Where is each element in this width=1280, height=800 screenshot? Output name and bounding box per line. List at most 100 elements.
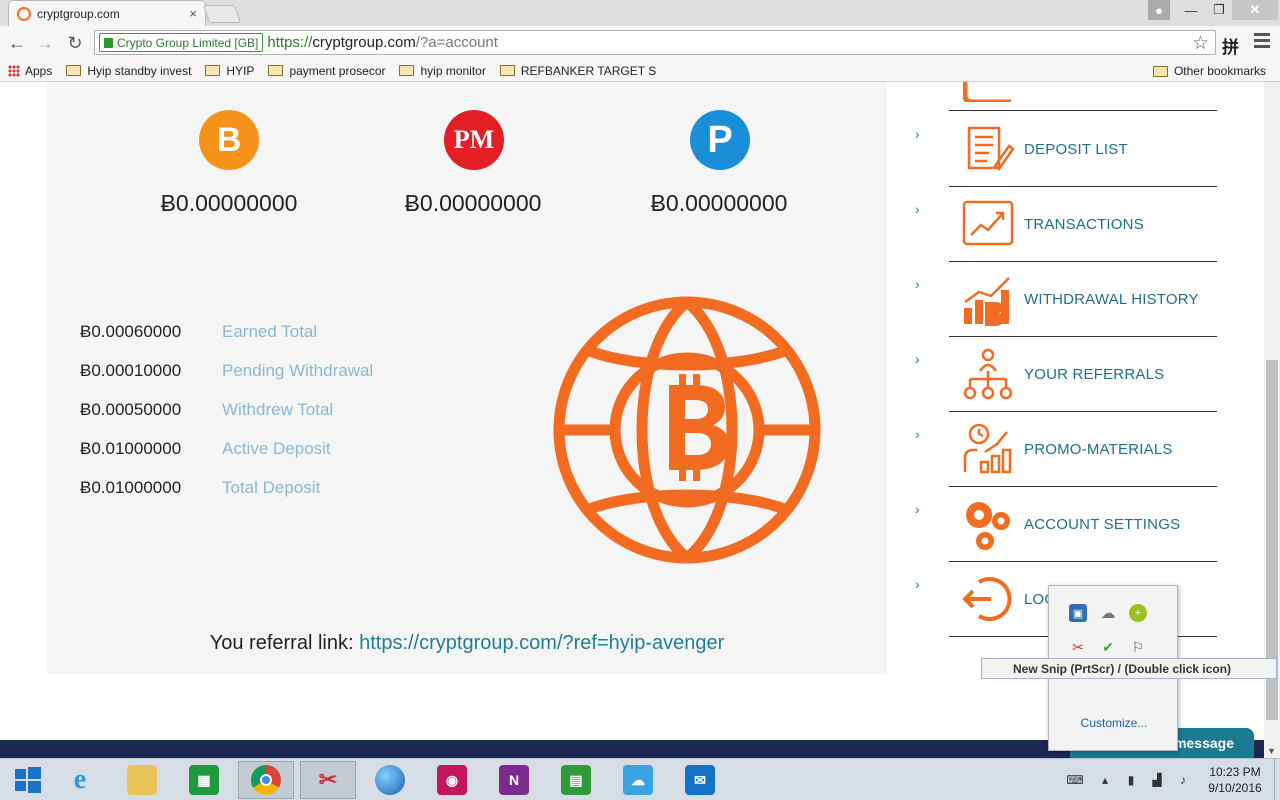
- browser-tab[interactable]: cryptgroup.com ×: [8, 0, 206, 26]
- taskbar-snipping-tool[interactable]: ✂: [300, 761, 356, 799]
- folder-icon: [399, 65, 415, 76]
- logout-icon: [962, 577, 1012, 621]
- taskbar-cloud-app[interactable]: ☁: [610, 761, 666, 799]
- taskbar-calculator[interactable]: ▤: [548, 761, 604, 799]
- start-button[interactable]: [0, 761, 56, 799]
- partial-menu-icon: [963, 82, 1011, 102]
- menu-item-your-referrals[interactable]: YOUR REFERRALS: [949, 337, 1217, 412]
- url-host: cryptgroup.com: [312, 34, 416, 51]
- stat-pending-withdrawal: Ƀ0.00010000 Pending Withdrawal: [80, 359, 373, 383]
- bitcoin-bars-icon: [964, 277, 1010, 326]
- stat-total-deposit: Ƀ0.01000000 Total Deposit: [80, 476, 320, 500]
- other-bookmarks[interactable]: Other bookmarks: [1152, 64, 1266, 78]
- list-icon: [967, 126, 1015, 171]
- menu-item-deposit-list[interactable]: DEPOSIT LIST: [949, 112, 1217, 187]
- snipping-tool-icon[interactable]: ✂: [1069, 638, 1087, 656]
- chevron-right-icon: ›: [915, 201, 920, 217]
- stat-label: Pending Withdrawal: [222, 361, 374, 380]
- folder-icon: [268, 65, 284, 76]
- add-icon[interactable]: +: [1129, 604, 1147, 622]
- action-center-flag-icon[interactable]: ⚐: [1129, 638, 1147, 656]
- show-hidden-icons-icon[interactable]: ▴: [1095, 772, 1115, 788]
- address-bar[interactable]: Crypto Group Limited [GB] https:// crypt…: [94, 30, 1216, 55]
- referral-link[interactable]: https://cryptgroup.com/?ref=hyip-avenger: [359, 632, 724, 654]
- account-summary-card: B PM P Ƀ0.00000000 Ƀ0.00000000 Ƀ0.000000…: [47, 82, 887, 674]
- menu-item-label: DEPOSIT LIST: [1024, 140, 1128, 158]
- taskbar-onenote[interactable]: N: [486, 761, 542, 799]
- chart-icon: [962, 200, 1014, 246]
- bookmark-apps[interactable]: Apps: [8, 64, 52, 78]
- windows-taskbar: e ▦ ✂ ◉ N ▤ ☁ ✉ ⌨ ▴ ▮ ▟ ♪ 10:23 PM 9/10/…: [0, 758, 1280, 800]
- tab-close-icon[interactable]: ×: [189, 6, 197, 21]
- menu-item-transactions[interactable]: TRANSACTIONS: [949, 187, 1217, 262]
- chevron-right-icon: ›: [915, 501, 920, 517]
- snipping-tool-icon: ✂: [318, 767, 338, 792]
- system-tray: ⌨ ▴ ▮ ▟ ♪ 10:23 PM 9/10/2016: [1058, 759, 1280, 800]
- chrome-icon: [251, 765, 281, 795]
- bookmark-star-icon[interactable]: ☆: [1192, 32, 1209, 55]
- bookmark-folder[interactable]: payment prosecor: [268, 64, 385, 78]
- security-shield-icon[interactable]: ✔: [1099, 638, 1117, 656]
- menu-item-account-settings[interactable]: ACCOUNT SETTINGS: [949, 487, 1217, 562]
- cloud-app-icon: ☁: [623, 765, 653, 795]
- new-tab-button[interactable]: [202, 5, 242, 23]
- back-arrow-icon[interactable]: ←: [6, 32, 28, 54]
- taskbar-file-explorer[interactable]: [114, 761, 170, 799]
- taskbar-store[interactable]: ▦: [176, 761, 232, 799]
- chevron-right-icon: ›: [915, 351, 920, 367]
- page-scrollbar[interactable]: ▼: [1264, 82, 1280, 758]
- menu-item-label: TRANSACTIONS: [1024, 215, 1144, 233]
- reload-icon[interactable]: ↻: [64, 32, 86, 54]
- touch-keyboard-icon[interactable]: ⌨: [1061, 772, 1089, 788]
- menu-item-promo-materials[interactable]: PROMO-MATERIALS: [949, 412, 1217, 487]
- cloud-icon[interactable]: ☁: [1099, 604, 1117, 622]
- stat-label: Active Deposit: [222, 439, 331, 458]
- referral-tree-icon: [963, 348, 1013, 400]
- customize-link[interactable]: Customize...: [1049, 716, 1179, 730]
- bookmark-folder[interactable]: HYIP: [205, 64, 254, 78]
- chrome-menu-icon[interactable]: [1254, 33, 1270, 51]
- scroll-down-arrow-icon[interactable]: ▼: [1267, 746, 1276, 756]
- media-app-icon: ◉: [437, 765, 467, 795]
- clock[interactable]: 10:23 PM 9/10/2016: [1196, 764, 1274, 796]
- chevron-right-icon: ›: [915, 126, 920, 142]
- show-desktop-button[interactable]: [1274, 759, 1280, 800]
- bookmark-label: hyip monitor: [420, 63, 486, 78]
- bookmark-label: Other bookmarks: [1173, 64, 1266, 78]
- bookmark-folder[interactable]: REFBANKER TARGET S: [499, 63, 657, 78]
- stat-label: Earned Total: [222, 322, 318, 341]
- bookmark-label: HYIP: [226, 63, 255, 78]
- network-app-icon[interactable]: ▣: [1069, 604, 1087, 622]
- taskbar-mail[interactable]: ✉: [672, 761, 728, 799]
- folder-icon: [66, 65, 82, 76]
- volume-icon[interactable]: ♪: [1173, 772, 1193, 788]
- internet-explorer-icon: e: [73, 764, 87, 795]
- menu-item-withdrawal-history[interactable]: WITHDRAWAL HISTORY: [949, 262, 1217, 337]
- battery-icon[interactable]: ▮: [1121, 772, 1141, 788]
- taskbar-media-app[interactable]: ◉: [424, 761, 480, 799]
- menu-item-label: YOUR REFERRALS: [1024, 365, 1165, 383]
- ev-certificate-badge[interactable]: Crypto Group Limited [GB]: [99, 33, 264, 52]
- maximize-icon[interactable]: ❐: [1206, 0, 1232, 20]
- user-profile-icon[interactable]: ●: [1148, 0, 1170, 20]
- menu-item-label: ACCOUNT SETTINGS: [1024, 515, 1181, 533]
- taskbar-chrome[interactable]: [238, 761, 294, 799]
- taskbar-globe-app[interactable]: [362, 761, 418, 799]
- bookmark-folder[interactable]: Hyip standby invest: [66, 64, 191, 78]
- bookmark-folder[interactable]: hyip monitor: [399, 63, 486, 78]
- menu-item-label: WITHDRAWAL HISTORY: [1024, 290, 1199, 308]
- stat-withdrew-total: Ƀ0.00050000 Withdrew Total: [80, 398, 333, 422]
- payeer-balance: Ƀ0.00000000: [650, 190, 788, 216]
- network-icon[interactable]: ▟: [1147, 772, 1167, 788]
- window-close-icon[interactable]: ✕: [1232, 0, 1278, 20]
- forward-arrow-icon[interactable]: →: [34, 32, 56, 54]
- stat-value: Ƀ0.01000000: [80, 478, 182, 497]
- stat-value: Ƀ0.00060000: [80, 322, 182, 341]
- bookmark-label: REFBANKER TARGET S: [520, 63, 657, 78]
- browser-toolbar: ← → ↻ Crypto Group Limited [GB] https://…: [0, 26, 1280, 60]
- extension-icon[interactable]: 拼: [1222, 33, 1239, 58]
- globe-icon: [375, 765, 405, 795]
- clock-time: 10:23 PM: [1209, 765, 1261, 779]
- minimize-icon[interactable]: —: [1178, 0, 1204, 20]
- taskbar-internet-explorer[interactable]: e: [52, 761, 108, 799]
